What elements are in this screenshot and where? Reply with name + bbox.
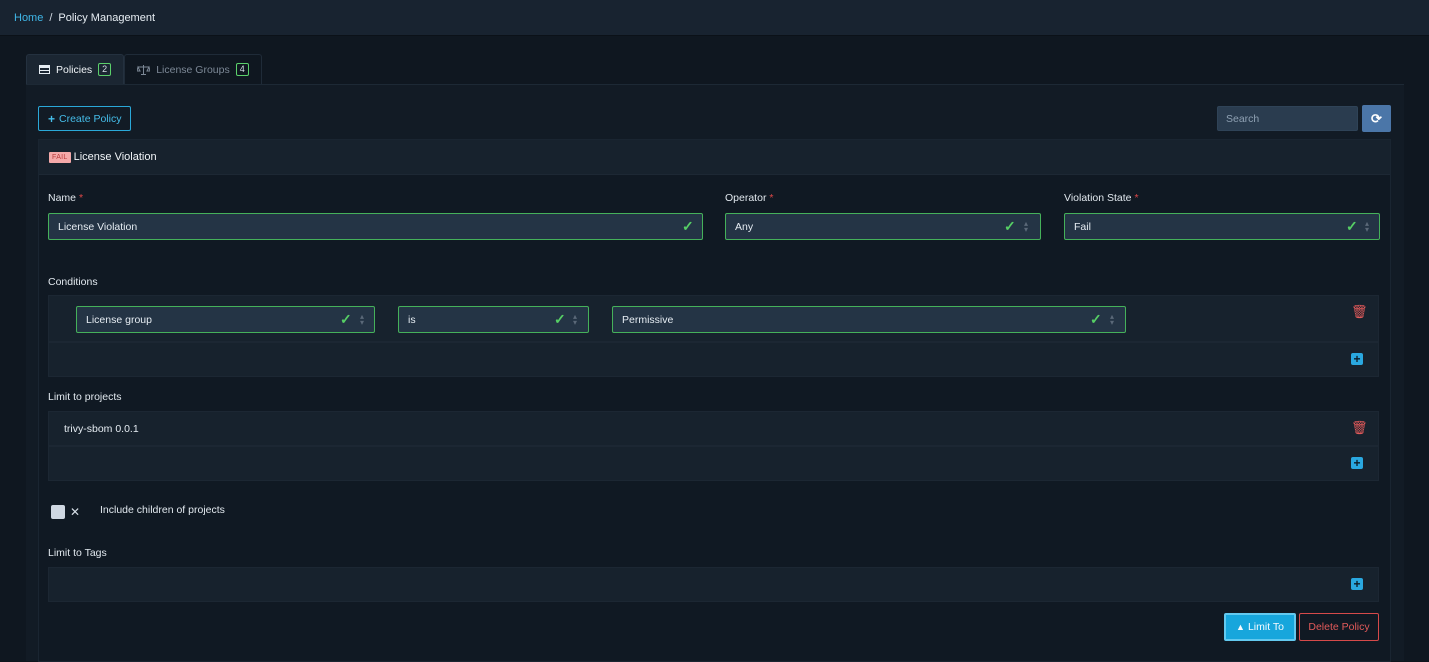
condition-operator-select[interactable]: is ✓ ▴ ▾ <box>398 306 589 333</box>
tab-license-groups-count: 4 <box>235 63 249 76</box>
breadcrumb-current: Policy Management <box>58 11 156 24</box>
add-project-row: + <box>48 446 1379 481</box>
project-row: trivy-sbom 0.0.1 🗑 <box>48 411 1379 446</box>
trash-icon[interactable]: 🗑 <box>1351 304 1368 320</box>
conditions-label: Conditions <box>48 276 98 288</box>
condition-value-select[interactable]: Permissive ✓ ▴ ▾ <box>612 306 1126 333</box>
scale-icon <box>137 64 151 75</box>
add-condition-plus-icon[interactable]: + <box>1351 353 1363 365</box>
name-field-value: License Violation <box>58 220 138 233</box>
include-children-label: Include children of projects <box>100 504 225 516</box>
close-icon: ✕ <box>70 505 81 519</box>
violation-state-select-value: Fail <box>1074 220 1091 233</box>
trash-icon[interactable]: 🗑 <box>1351 420 1368 436</box>
select-arrows-icon: ▴ ▾ <box>1365 219 1370 234</box>
required-mark: * <box>78 192 84 204</box>
check-icon: ✓ <box>340 311 352 327</box>
status-badge: FAIL <box>49 151 71 163</box>
project-name: trivy-sbom 0.0.1 <box>64 423 139 435</box>
breadcrumb-home-link[interactable]: Home <box>14 12 43 24</box>
condition-subject-value: License group <box>86 313 152 326</box>
tab-policies[interactable]: Policies 2 <box>26 54 125 84</box>
add-project-plus-icon[interactable]: + <box>1351 457 1363 469</box>
breadcrumb-separator: / <box>49 11 53 24</box>
refresh-button[interactable]: ⟳ <box>1362 105 1391 132</box>
tab-policies-count: 2 <box>98 63 112 76</box>
violation-state-label: Violation State * <box>1064 192 1139 204</box>
name-label-text: Name <box>48 192 77 204</box>
name-label: Name * <box>48 192 83 204</box>
tab-bar: Policies 2 License Groups 4 <box>26 54 262 84</box>
policies-panel: + Create Policy ⟳ FAIL License Violation… <box>26 84 1404 662</box>
breadcrumb-bar: Home / Policy Management <box>0 0 1429 36</box>
check-icon: ✓ <box>1346 218 1358 234</box>
condition-row: License group ✓ ▴ ▾ is ✓ ▴ ▾ Permissive ✓ … <box>48 295 1379 342</box>
add-tag-row: + <box>48 567 1379 602</box>
required-mark: * <box>769 192 774 204</box>
policy-title: License Violation <box>73 151 157 163</box>
include-children-toggle[interactable] <box>51 505 65 519</box>
add-condition-row: + <box>48 342 1379 377</box>
refresh-icon: ⟳ <box>1371 110 1382 126</box>
check-icon: ✓ <box>554 311 566 327</box>
table-icon <box>39 65 50 74</box>
limit-tags-label: Limit to Tags <box>48 547 107 559</box>
violation-state-label-text: Violation State <box>1064 192 1132 204</box>
violation-state-select[interactable]: Fail ✓ ▴ ▾ <box>1064 213 1380 240</box>
search-input[interactable] <box>1217 106 1358 131</box>
chevron-up-icon: ▲ <box>1236 622 1245 632</box>
operator-label-text: Operator <box>725 192 767 204</box>
select-arrows-icon: ▴ ▾ <box>1024 219 1029 234</box>
select-arrows-icon: ▴ ▾ <box>573 312 578 327</box>
operator-label: Operator * <box>725 192 773 204</box>
limit-to-label: Limit To <box>1247 621 1284 633</box>
check-icon: ✓ <box>1090 311 1102 327</box>
select-arrows-icon: ▴ ▾ <box>360 312 365 327</box>
tab-license-groups[interactable]: License Groups 4 <box>124 54 262 84</box>
check-icon: ✓ <box>1004 218 1016 234</box>
condition-value-value: Permissive <box>622 313 674 326</box>
add-tag-plus-icon[interactable]: + <box>1351 578 1363 590</box>
operator-select[interactable]: Any ✓ ▴ ▾ <box>725 213 1041 240</box>
condition-subject-select[interactable]: License group ✓ ▴ ▾ <box>76 306 375 333</box>
required-mark: * <box>1134 192 1139 204</box>
main-content: Policies 2 License Groups 4 + Create Pol… <box>0 36 1429 662</box>
policy-card: FAIL License Violation Name * License Vi… <box>38 139 1391 662</box>
create-policy-button[interactable]: + Create Policy <box>38 106 132 131</box>
name-field[interactable]: License Violation ✓ <box>48 213 703 240</box>
create-policy-label: Create Policy <box>59 112 122 125</box>
operator-select-value: Any <box>735 220 754 233</box>
check-icon: ✓ <box>682 218 694 234</box>
condition-operator-value: is <box>408 313 416 326</box>
limit-to-button[interactable]: ▲ Limit To <box>1224 613 1296 641</box>
policy-card-header[interactable]: FAIL License Violation <box>39 140 1390 175</box>
delete-policy-button[interactable]: Delete Policy <box>1299 613 1379 641</box>
plus-icon: + <box>48 111 56 126</box>
select-arrows-icon: ▴ ▾ <box>1110 312 1115 327</box>
limit-projects-label: Limit to projects <box>48 391 122 403</box>
tab-license-groups-label: License Groups <box>156 63 230 76</box>
tab-policies-label: Policies <box>56 63 93 76</box>
